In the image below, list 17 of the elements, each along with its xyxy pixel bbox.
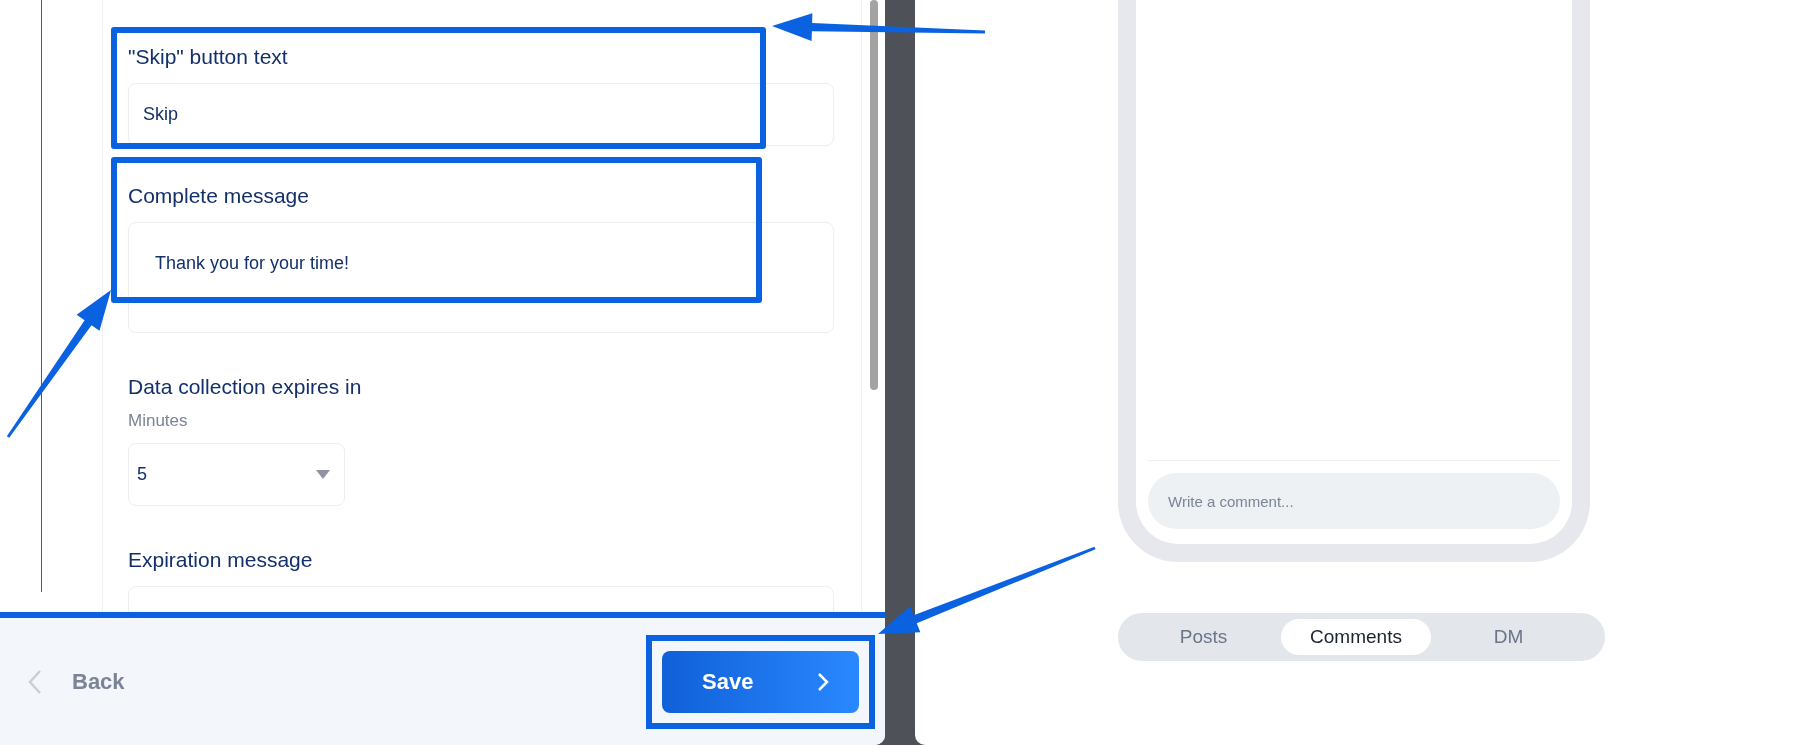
chevron-left-icon	[28, 668, 42, 695]
scrollbar-thumb[interactable]	[870, 0, 878, 390]
field-label: Complete message	[128, 184, 310, 208]
field-label: Data collection expires in	[128, 375, 363, 399]
save-button[interactable]: Save	[662, 650, 859, 713]
field-sublabel: Minutes	[128, 411, 189, 431]
tab[interactable]: Comments	[1281, 619, 1431, 655]
field-label: "Skip" button text	[128, 45, 289, 69]
dropdown-icon	[316, 470, 330, 479]
comment-field[interactable]: Write a comment...	[1148, 473, 1560, 529]
input-field[interactable]: Skip	[128, 83, 834, 146]
chevron-right-icon	[817, 671, 829, 692]
field-label: Expiration message	[128, 548, 314, 572]
select-field[interactable]: 5	[128, 443, 345, 506]
textarea-field[interactable]: Thank you for your time!	[128, 222, 834, 333]
tab[interactable]: DM	[1431, 619, 1586, 655]
tab[interactable]: Posts	[1126, 619, 1281, 655]
